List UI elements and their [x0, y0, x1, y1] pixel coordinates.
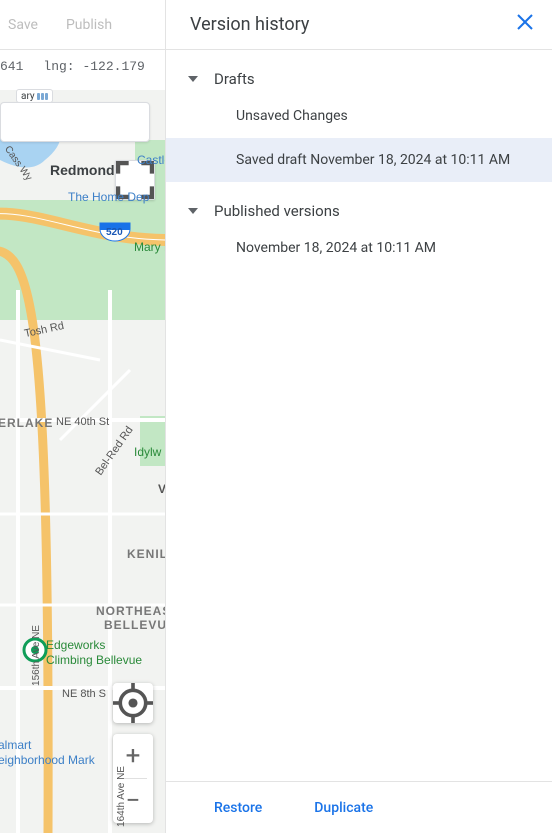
chip-label: ary	[21, 91, 35, 102]
section-published-header[interactable]: Published versions	[166, 182, 552, 226]
publish-button[interactable]: Publish	[66, 17, 112, 33]
panel-header: Version history	[166, 0, 552, 50]
section-drafts-label: Drafts	[214, 70, 255, 88]
zoom-control: + −	[113, 734, 153, 823]
restore-button[interactable]: Restore	[214, 800, 262, 816]
fullscreen-icon	[116, 161, 154, 199]
map-search-input[interactable]	[0, 102, 150, 142]
close-button[interactable]	[516, 13, 534, 36]
chevron-down-icon	[188, 76, 198, 82]
panel-title: Version history	[190, 14, 309, 35]
version-history-panel: Version history Drafts Unsaved Changes S…	[165, 0, 552, 833]
draft-item-unsaved[interactable]: Unsaved Changes	[166, 94, 552, 138]
lat-value: 641	[0, 59, 23, 74]
lng-value: -122.179	[82, 59, 144, 74]
map-canvas[interactable]: ary + − Redmond The Home Dep Mary Moor P…	[0, 90, 165, 833]
zoom-in-button[interactable]: +	[113, 734, 153, 778]
save-button[interactable]: Save	[8, 17, 38, 33]
section-drafts-header[interactable]: Drafts	[166, 50, 552, 94]
crosshair-icon	[113, 683, 153, 723]
lng-label: lng:	[43, 59, 74, 74]
fullscreen-button[interactable]	[115, 160, 155, 200]
chevron-down-icon	[188, 208, 198, 214]
map-poi-chip[interactable]: ary	[16, 89, 53, 103]
section-published-label: Published versions	[214, 202, 340, 220]
draft-item-saved[interactable]: Saved draft November 18, 2024 at 10:11 A…	[166, 138, 552, 182]
zoom-out-button[interactable]: −	[113, 779, 153, 823]
close-icon	[516, 13, 534, 31]
panel-footer: Restore Duplicate	[166, 781, 552, 833]
duplicate-button[interactable]: Duplicate	[314, 800, 373, 816]
lng-label-wrap: lng: -122.179	[43, 59, 144, 74]
panel-body: Drafts Unsaved Changes Saved draft Novem…	[166, 50, 552, 781]
locate-button[interactable]	[113, 683, 153, 723]
library-icon	[37, 93, 48, 100]
published-item[interactable]: November 18, 2024 at 10:11 AM	[166, 226, 552, 270]
